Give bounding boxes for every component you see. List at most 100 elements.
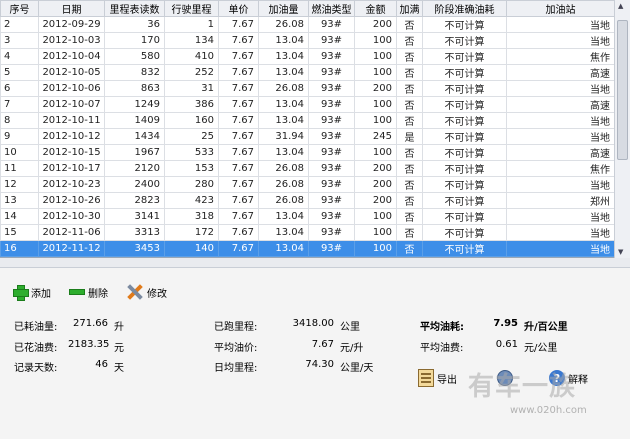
table-cell: 1434 xyxy=(104,128,165,145)
column-header[interactable]: 单价 xyxy=(218,0,259,17)
table-row[interactable]: 7 2012-10-07 1249 386 7.67 13.04 93# 100 否不可计算 高速 xyxy=(0,96,615,113)
table-cell: 不可计算 xyxy=(422,16,507,33)
table-cell: 172 xyxy=(164,224,219,241)
table-cell: 93# xyxy=(308,128,355,145)
table-cell: 26.08 xyxy=(258,160,309,177)
stat-value: 0.61 xyxy=(495,339,518,350)
table-cell: 3313 xyxy=(104,224,165,241)
table-cell: 否 xyxy=(396,48,423,65)
stat-money-spent: 已花油费: 2183.35 元 xyxy=(14,339,124,354)
table-cell: 7.67 xyxy=(218,128,259,145)
horizontal-scrollbar[interactable] xyxy=(0,258,630,268)
table-row[interactable]: 2 2012-09-29 36 1 7.67 26.08 93# 200 否不可计算 当地 xyxy=(0,16,615,33)
table-row[interactable]: 9 2012-10-12 1434 25 7.67 31.94 93# 245 是不可计算 当地 xyxy=(0,128,615,145)
table-cell: 2012-10-26 xyxy=(38,192,105,209)
table-cell: 318 xyxy=(164,208,219,225)
table-row[interactable]: 3 2012-10-03 170 134 7.67 13.04 93# 100 否不可计算 当地 xyxy=(0,32,615,49)
table-cell: 高速 xyxy=(506,96,615,113)
table-cell: 93# xyxy=(308,16,355,33)
vertical-scrollbar[interactable]: ▲ ▼ xyxy=(614,0,630,258)
table-cell: 否 xyxy=(396,224,423,241)
column-header[interactable]: 里程表读数 xyxy=(104,0,165,17)
table-cell: 不可计算 xyxy=(422,208,507,225)
table-cell: 7.67 xyxy=(218,32,259,49)
table-row[interactable]: 11 2012-10-17 2120 153 7.67 26.08 93# 200 否不可计算焦… xyxy=(0,160,615,177)
table-cell: 200 xyxy=(354,160,397,177)
table-cell: 13.04 xyxy=(258,32,309,49)
table-row[interactable]: 4 2012-10-04 580 410 7.67 13.04 93# 100 否不可计算 焦作 xyxy=(0,48,615,65)
stat-unit: 升 xyxy=(114,322,124,333)
column-header[interactable]: 加满 xyxy=(396,0,423,17)
table-cell: 2012-10-07 xyxy=(38,96,105,113)
stat-label: 平均油耗: xyxy=(420,322,464,333)
stat-unit: 公里/天 xyxy=(340,363,374,374)
table-cell: 不可计算 xyxy=(422,240,507,257)
table-cell: 252 xyxy=(164,64,219,81)
table-cell: 7.67 xyxy=(218,144,259,161)
column-header[interactable]: 序号 xyxy=(0,0,39,17)
table-cell: 1 xyxy=(164,16,219,33)
watermark-url: www.020h.com xyxy=(510,405,587,416)
scroll-down-icon[interactable]: ▼ xyxy=(618,248,623,256)
edit-button[interactable]: 修改 xyxy=(126,283,167,301)
column-header[interactable]: 行驶里程 xyxy=(164,0,219,17)
table-row[interactable]: 10 2012-10-15 1967 533 7.67 13.04 93# 100 否不可计算高… xyxy=(0,144,615,161)
stat-value: 271.66 xyxy=(73,318,108,329)
export-button[interactable]: 导出 xyxy=(418,369,457,387)
table-cell: 2012-10-30 xyxy=(38,208,105,225)
table-cell: 93# xyxy=(308,80,355,97)
table-cell: 2012-10-06 xyxy=(38,80,105,97)
column-header[interactable]: 阶段准确油耗 xyxy=(422,0,507,17)
table-cell: 160 xyxy=(164,112,219,129)
stat-label: 日均里程: xyxy=(214,363,258,374)
table-cell: 386 xyxy=(164,96,219,113)
table-cell: 100 xyxy=(354,112,397,129)
table-cell: 93# xyxy=(308,48,355,65)
table-cell: 不可计算 xyxy=(422,176,507,193)
table-row[interactable]: 13 2012-10-26 2823 423 7.67 26.08 93# 200 否不可计算郑… xyxy=(0,192,615,209)
table-cell: 12 xyxy=(0,176,39,193)
table-cell: 11 xyxy=(0,160,39,177)
table-cell: 2012-09-29 xyxy=(38,16,105,33)
table-row[interactable]: 12 2012-10-23 2400 280 7.67 26.08 93# 200 否不可计算当… xyxy=(0,176,615,193)
column-header[interactable]: 燃油类型 xyxy=(308,0,355,17)
add-button[interactable]: 添加 xyxy=(12,284,51,301)
stat-avg-consumption: 平均油耗: 7.95 升/百公里 xyxy=(420,318,568,333)
table-row[interactable]: 8 2012-10-11 1409 160 7.67 13.04 93# 100 否不可计算 当地 xyxy=(0,112,615,129)
delete-button-label: 删除 xyxy=(88,288,108,300)
table-row[interactable]: 14 2012-10-30 3141 318 7.67 13.04 93# 100 否不可计算当… xyxy=(0,208,615,225)
table-cell: 16 xyxy=(0,240,39,257)
column-header[interactable]: 加油站 xyxy=(506,0,615,17)
table-cell: 93# xyxy=(308,112,355,129)
table-row[interactable]: 16 2012-11-12 3453 140 7.67 13.04 93# 100 否不可计算当… xyxy=(0,240,615,257)
stat-unit: 升/百公里 xyxy=(524,322,568,333)
table-cell: 当地 xyxy=(506,32,615,49)
table-cell: 863 xyxy=(104,80,165,97)
column-header[interactable]: 金额 xyxy=(354,0,397,17)
column-header[interactable]: 日期 xyxy=(38,0,105,17)
table-cell: 不可计算 xyxy=(422,128,507,145)
table-cell: 否 xyxy=(396,160,423,177)
stat-unit: 元/升 xyxy=(340,343,364,354)
table-cell: 31.94 xyxy=(258,128,309,145)
table-row[interactable]: 6 2012-10-06 863 31 7.67 26.08 93# 200 否不可计算 当地 xyxy=(0,80,615,97)
edit-button-label: 修改 xyxy=(147,288,167,300)
table-cell: 3453 xyxy=(104,240,165,257)
table-cell: 93# xyxy=(308,32,355,49)
stat-fuel-used: 已耗油量: 271.66 升 xyxy=(14,318,124,333)
table-cell: 245 xyxy=(354,128,397,145)
delete-button[interactable]: 删除 xyxy=(69,285,108,300)
stat-value: 2183.35 xyxy=(68,339,110,350)
table-row[interactable]: 15 2012-11-06 3313 172 7.67 13.04 93# 100 否不可计算当… xyxy=(0,224,615,241)
table-cell: 26.08 xyxy=(258,80,309,97)
table-cell: 832 xyxy=(104,64,165,81)
scroll-up-icon[interactable]: ▲ xyxy=(618,2,623,10)
scrollbar-thumb[interactable] xyxy=(617,20,628,160)
table-row[interactable]: 5 2012-10-05 832 252 7.67 13.04 93# 100 否不可计算 高速 xyxy=(0,64,615,81)
table-cell: 13.04 xyxy=(258,240,309,257)
table-cell: 423 xyxy=(164,192,219,209)
stat-label: 已耗油量: xyxy=(14,322,58,333)
column-header[interactable]: 加油量 xyxy=(258,0,309,17)
table-cell: 2012-11-12 xyxy=(38,240,105,257)
table-cell: 4 xyxy=(0,48,39,65)
